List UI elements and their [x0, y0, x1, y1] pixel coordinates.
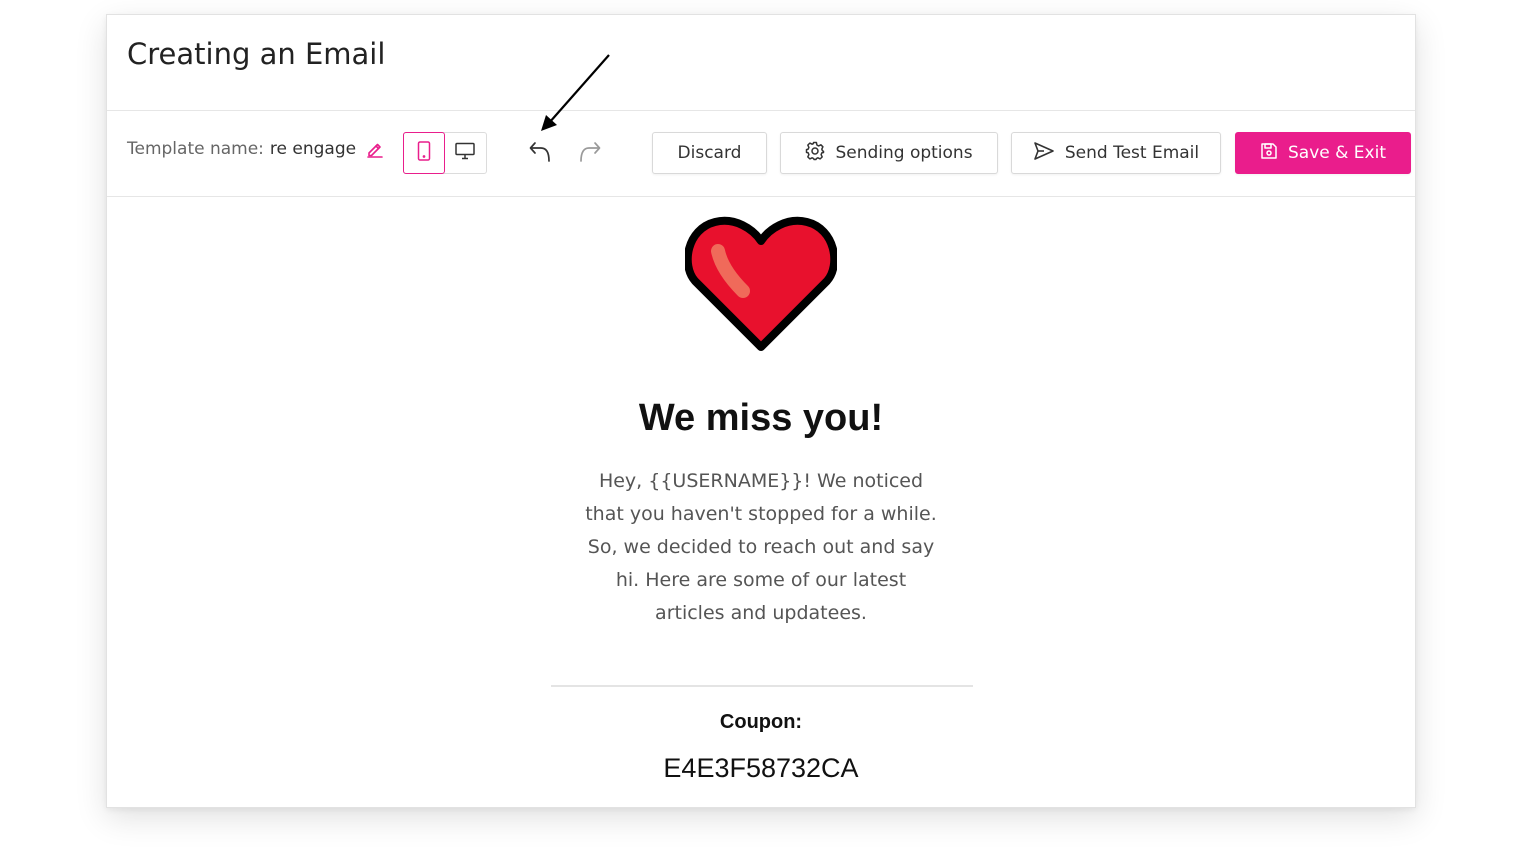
discard-button-label: Discard [677, 143, 742, 163]
send-icon [1033, 141, 1055, 166]
template-name-value: re engage [269, 139, 357, 159]
template-name: Template name: re engage [127, 139, 384, 159]
save-exit-button[interactable]: Save & Exit [1235, 132, 1411, 174]
sending-options-label: Sending options [835, 143, 973, 163]
template-name-label: Template name: [127, 139, 264, 159]
send-test-email-label: Send Test Email [1064, 143, 1200, 163]
email-headline: We miss you! [638, 397, 884, 439]
coupon-code: E4E3F58732CA [663, 753, 859, 783]
divider [551, 685, 973, 687]
mobile-view-button[interactable] [403, 132, 445, 174]
email-preview: We miss you! Hey, {{USERNAME}}! We notic… [107, 197, 1415, 807]
desktop-view-button[interactable] [445, 133, 486, 173]
redo-icon [578, 141, 602, 168]
toolbar: Template name: re engage Discard Sending… [107, 111, 1415, 197]
coupon-label: Coupon: [719, 711, 803, 733]
desktop-icon [455, 142, 475, 165]
edit-icon[interactable] [366, 140, 384, 158]
gear-icon [805, 141, 825, 166]
send-test-email-button[interactable]: Send Test Email [1011, 132, 1221, 174]
heart-icon [685, 216, 837, 351]
undo-icon [528, 141, 552, 168]
save-icon [1260, 142, 1278, 165]
mobile-icon [417, 140, 431, 166]
device-toggle [403, 132, 487, 174]
sending-options-button[interactable]: Sending options [780, 132, 998, 174]
save-exit-label: Save & Exit [1288, 143, 1386, 163]
email-body: Hey, {{USERNAME}}! We noticed that you h… [585, 470, 937, 624]
discard-button[interactable]: Discard [652, 132, 767, 174]
undo-button[interactable] [527, 141, 553, 167]
header: Creating an Email [107, 15, 1415, 111]
redo-button[interactable] [577, 141, 603, 167]
email-editor-window: Creating an Email Template name: re enga… [106, 14, 1416, 808]
page-title: Creating an Email [127, 37, 386, 71]
